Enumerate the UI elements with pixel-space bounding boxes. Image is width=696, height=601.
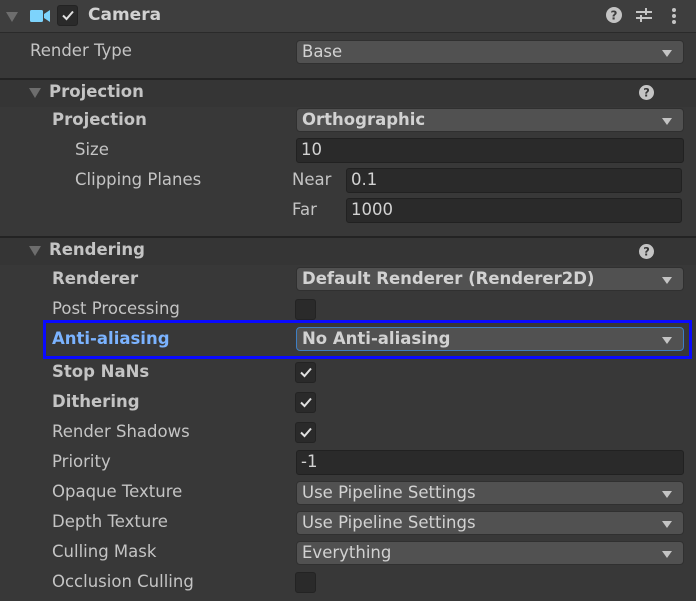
near-label: Near — [292, 170, 332, 189]
component-title: Camera — [88, 5, 162, 25]
render-type-label: Render Type — [30, 41, 132, 60]
post-processing-checkbox[interactable] — [295, 299, 316, 320]
size-field[interactable]: 10 — [296, 138, 684, 163]
opaque-texture-value: Use Pipeline Settings — [302, 483, 476, 502]
dropdown-arrow-icon — [662, 118, 672, 125]
depth-texture-dropdown[interactable]: Use Pipeline Settings — [296, 511, 684, 535]
svg-text:?: ? — [643, 246, 650, 259]
dropdown-arrow-icon — [662, 551, 672, 558]
checkmark-icon — [300, 397, 312, 408]
svg-text:?: ? — [611, 9, 618, 23]
depth-texture-value: Use Pipeline Settings — [302, 513, 476, 532]
opaque-texture-label: Opaque Texture — [52, 482, 183, 501]
projection-section-title: Projection — [49, 82, 144, 101]
priority-label: Priority — [52, 452, 111, 471]
post-processing-label: Post Processing — [52, 299, 180, 318]
stop-nans-checkbox[interactable] — [295, 362, 316, 383]
dithering-label: Dithering — [52, 392, 140, 411]
opaque-texture-dropdown[interactable]: Use Pipeline Settings — [296, 481, 684, 505]
renderer-label: Renderer — [52, 269, 139, 288]
foldout-arrow-icon[interactable] — [29, 88, 41, 98]
svg-text:?: ? — [643, 87, 650, 100]
render-type-value: Base — [302, 42, 343, 61]
component-header[interactable]: Camera ? — [0, 0, 696, 33]
culling-mask-dropdown[interactable]: Everything — [296, 541, 684, 565]
occlusion-culling-checkbox[interactable] — [295, 572, 316, 593]
projection-dropdown[interactable]: Orthographic — [296, 108, 684, 132]
camera-icon — [30, 10, 50, 22]
far-label: Far — [292, 200, 317, 219]
far-value: 1000 — [351, 200, 393, 219]
help-icon[interactable]: ? — [639, 85, 654, 100]
preset-icon[interactable] — [635, 7, 653, 23]
render-type-dropdown[interactable]: Base — [296, 40, 684, 64]
dithering-checkbox[interactable] — [295, 392, 316, 413]
help-icon[interactable]: ? — [606, 7, 622, 23]
checkmark-icon — [62, 10, 74, 21]
foldout-arrow-icon[interactable] — [6, 12, 18, 22]
checkmark-icon — [300, 427, 312, 438]
checkmark-icon — [300, 367, 312, 378]
priority-field[interactable]: -1 — [296, 450, 684, 475]
projection-section-header[interactable]: Projection ? — [0, 78, 696, 107]
clipping-planes-label: Clipping Planes — [75, 170, 202, 189]
rendering-section-header[interactable]: Rendering ? — [0, 236, 696, 265]
occlusion-culling-label: Occlusion Culling — [52, 572, 194, 591]
stop-nans-label: Stop NaNs — [52, 362, 150, 381]
more-options-icon[interactable] — [670, 6, 678, 26]
near-field[interactable]: 0.1 — [346, 168, 682, 193]
size-value: 10 — [301, 140, 322, 159]
dropdown-arrow-icon — [662, 50, 672, 57]
renderer-value: Default Renderer (Renderer2D) — [302, 269, 595, 288]
far-field[interactable]: 1000 — [346, 198, 682, 223]
help-icon[interactable]: ? — [639, 244, 654, 259]
anti-aliasing-dropdown[interactable]: No Anti-aliasing — [296, 327, 684, 351]
culling-mask-label: Culling Mask — [52, 542, 157, 561]
priority-value: -1 — [301, 452, 318, 471]
dropdown-arrow-icon — [662, 337, 672, 344]
culling-mask-value: Everything — [302, 543, 392, 562]
renderer-dropdown[interactable]: Default Renderer (Renderer2D) — [296, 267, 684, 291]
anti-aliasing-label: Anti-aliasing — [52, 329, 170, 348]
foldout-arrow-icon[interactable] — [29, 246, 41, 256]
render-shadows-checkbox[interactable] — [295, 422, 316, 443]
rendering-section-title: Rendering — [49, 240, 145, 259]
near-value: 0.1 — [351, 170, 378, 189]
dropdown-arrow-icon — [662, 277, 672, 284]
render-shadows-label: Render Shadows — [52, 422, 190, 441]
projection-label: Projection — [52, 110, 147, 129]
anti-aliasing-value: No Anti-aliasing — [302, 329, 451, 348]
size-label: Size — [75, 140, 109, 159]
depth-texture-label: Depth Texture — [52, 512, 168, 531]
dropdown-arrow-icon — [662, 491, 672, 498]
projection-value: Orthographic — [302, 110, 426, 129]
dropdown-arrow-icon — [662, 521, 672, 528]
component-enabled-checkbox[interactable] — [57, 5, 78, 26]
